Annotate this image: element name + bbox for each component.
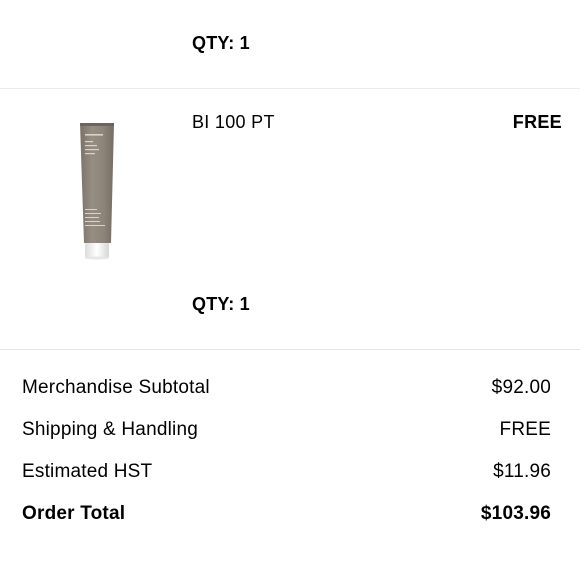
item-divider	[0, 88, 580, 89]
hst-row: Estimated HST $11.96	[22, 461, 551, 487]
item-quantity: QTY: 1	[192, 294, 250, 314]
shipping-row: Shipping & Handling FREE	[22, 419, 551, 445]
order-total-value: $103.96	[480, 503, 551, 524]
summary-divider	[0, 349, 580, 350]
order-total-row: Order Total $103.96	[22, 503, 551, 529]
shipping-label: Shipping & Handling	[22, 419, 198, 440]
subtotal-row: Merchandise Subtotal $92.00	[22, 377, 551, 403]
product-image	[60, 115, 134, 265]
product-price: FREE	[512, 112, 562, 132]
hst-label: Estimated HST	[22, 461, 153, 482]
shipping-value: FREE	[499, 419, 551, 440]
item-quantity: QTY: 1	[192, 33, 250, 53]
subtotal-value: $92.00	[491, 377, 551, 398]
order-summary-page: QTY: 1 BI 100 PT FREE QTY: 1 Merchandise…	[0, 0, 580, 580]
product-name[interactable]: BI 100 PT	[192, 112, 275, 133]
hst-value: $11.96	[493, 461, 551, 482]
order-total-label: Order Total	[22, 503, 126, 524]
subtotal-label: Merchandise Subtotal	[22, 377, 210, 398]
